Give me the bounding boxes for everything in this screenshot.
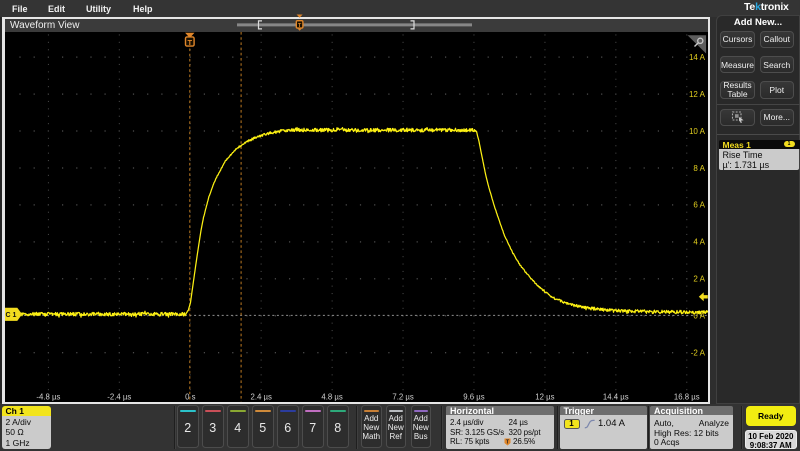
- svg-text:8 A: 8 A: [693, 163, 705, 172]
- svg-text:T: T: [506, 440, 509, 446]
- svg-text:-4.8 µs: -4.8 µs: [36, 392, 60, 401]
- svg-text:14.4 µs: 14.4 µs: [602, 392, 628, 401]
- svg-text:-2.4 µs: -2.4 µs: [107, 392, 131, 401]
- svg-text:-2 A: -2 A: [690, 348, 705, 357]
- svg-text:9.6 µs: 9.6 µs: [463, 392, 484, 401]
- svg-text:4 A: 4 A: [693, 237, 705, 246]
- svg-text:0 s: 0 s: [185, 392, 196, 401]
- svg-text:12 µs: 12 µs: [535, 392, 554, 401]
- svg-text:7.2 µs: 7.2 µs: [392, 392, 413, 401]
- svg-text:12 A: 12 A: [688, 89, 705, 98]
- svg-text:C 1: C 1: [5, 312, 16, 319]
- svg-text:14 A: 14 A: [688, 52, 705, 61]
- svg-text:16.8 µs: 16.8 µs: [673, 392, 699, 401]
- svg-text:2.4 µs: 2.4 µs: [250, 392, 271, 401]
- svg-text:10 A: 10 A: [688, 126, 705, 135]
- svg-text:4.8 µs: 4.8 µs: [321, 392, 342, 401]
- svg-text:T: T: [187, 37, 192, 46]
- svg-text:2 A: 2 A: [693, 274, 705, 283]
- svg-text:6 A: 6 A: [693, 200, 705, 209]
